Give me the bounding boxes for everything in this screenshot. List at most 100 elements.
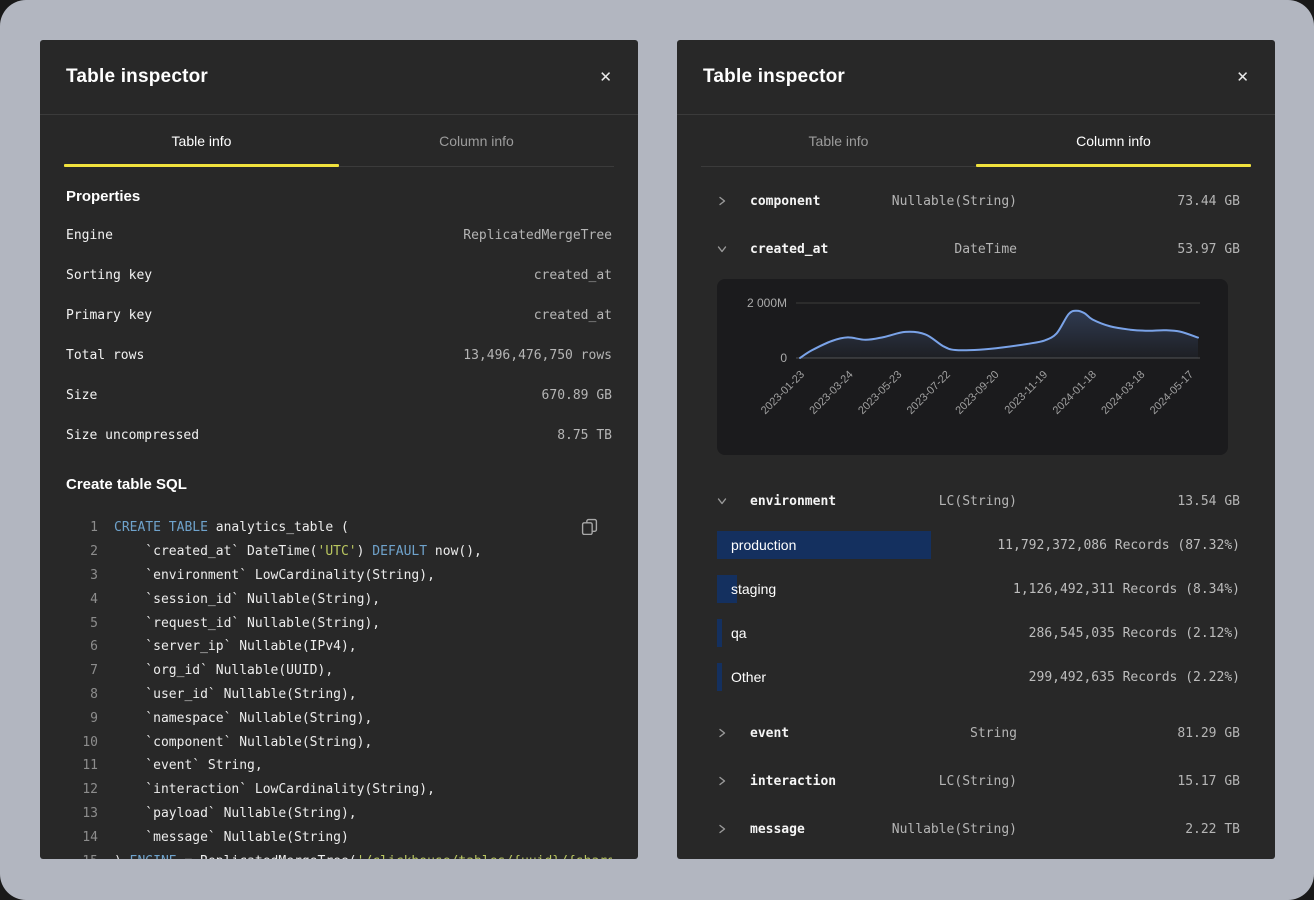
property-row: Sorting key created_at (66, 255, 612, 295)
sql-line: 11 `event` String, (66, 754, 612, 778)
property-value: 8.75 TB (557, 428, 612, 443)
sql-line: 9 `namespace` Nullable(String), (66, 706, 612, 730)
line-text: `session_id` Nullable(String), (114, 592, 380, 607)
column-row-event[interactable]: eventString81.29 GB (677, 709, 1275, 757)
close-button[interactable]: ✕ (1236, 68, 1249, 87)
column-size: 73.44 GB (1017, 194, 1240, 209)
line-number: 2 (66, 544, 98, 559)
sql-line: 10 `component` Nullable(String), (66, 730, 612, 754)
x-tick-label: 2023-01-23 (759, 369, 807, 417)
x-tick-label: 2023-05-23 (856, 369, 904, 417)
tab-table-info[interactable]: Table info (64, 115, 339, 166)
chevron-right-icon (717, 776, 727, 786)
sql-line: 1 CREATE TABLE analytics_table ( (66, 516, 612, 540)
y-tick-label: 2 000M (747, 296, 787, 310)
modal-header: Table inspector ✕ (677, 40, 1275, 115)
property-value: created_at (534, 308, 612, 323)
create-sql-heading: Create table SQL (66, 476, 612, 494)
sql-lines: 1 CREATE TABLE analytics_table ( 2 `create… (66, 516, 612, 859)
sql-line: 6 `server_ip` Nullable(IPv4), (66, 635, 612, 659)
x-tick-label: 2023-09-20 (953, 369, 1001, 417)
modal-title: Table inspector (703, 66, 845, 88)
y-tick-label: 0 (780, 351, 787, 365)
property-label: Total rows (66, 348, 144, 363)
line-number: 11 (66, 758, 98, 773)
column-name: created_at (750, 242, 880, 257)
column-name: message (750, 822, 880, 837)
created-at-chart-card: 2 000M 0 2023-01-232023-03-242023-05-232… (717, 279, 1228, 455)
line-number: 15 (66, 854, 98, 859)
value-records: 1,126,492,311 Records (8.34%) (1013, 582, 1240, 597)
property-row: Size uncompressed8.75 TB (66, 415, 612, 455)
line-text: ) ENGINE = ReplicatedMergeTree('/clickho… (114, 854, 612, 859)
tab-label: Table info (172, 133, 232, 149)
tab-column-info[interactable]: Column info (976, 115, 1251, 166)
copy-icon (581, 518, 598, 535)
line-number: 1 (66, 520, 98, 535)
sql-line: 13 `payload` Nullable(String), (66, 802, 612, 826)
tab-label: Column info (439, 133, 514, 149)
tab-column-info[interactable]: Column info (339, 115, 614, 166)
value-records: 299,492,635 Records (2.22%) (1029, 670, 1240, 685)
column-row-component[interactable]: componentNullable(String)73.44 GB (677, 177, 1275, 225)
property-value: ReplicatedMergeTree (463, 228, 612, 243)
tab-bar: Table info Column info (701, 115, 1251, 167)
property-value: created_at (534, 268, 612, 283)
sql-line: 4 `session_id` Nullable(String), (66, 587, 612, 611)
column-type: DateTime (880, 242, 1017, 257)
properties-list: Engine ReplicatedMergeTree Sorting key crea… (66, 215, 612, 455)
copy-button[interactable] (581, 518, 598, 538)
sql-line: 14 `message` Nullable(String) (66, 825, 612, 849)
line-number: 12 (66, 782, 98, 797)
env-value-row-production: production11,792,372,086 Records (87.32%… (717, 531, 1240, 559)
sql-line: 8 `user_id` Nullable(String), (66, 683, 612, 707)
column-list: componentNullable(String)73.44 GBcreated… (677, 177, 1275, 853)
column-name: interaction (750, 774, 880, 789)
property-row: Engine ReplicatedMergeTree (66, 215, 612, 255)
line-number: 13 (66, 806, 98, 821)
app-background: Table inspector ✕ Table info Column info… (0, 0, 1314, 900)
env-value-row-staging: staging 1,126,492,311 Records (8.34%) (717, 575, 1240, 603)
area-fill (800, 311, 1198, 358)
close-button[interactable]: ✕ (599, 68, 612, 87)
env-value-row-other: Other 299,492,635 Records (2.22%) (717, 663, 1240, 691)
property-label: Sorting key (66, 268, 152, 283)
sql-line: 2 `created_at` DateTime('UTC') DEFAULT n… (66, 540, 612, 564)
line-text: `created_at` DateTime('UTC') DEFAULT now… (114, 544, 482, 559)
tab-table-info[interactable]: Table info (701, 115, 976, 166)
column-type: LC(String) (880, 494, 1017, 509)
value-label: staging (731, 581, 776, 597)
line-number: 14 (66, 830, 98, 845)
property-value: 670.89 GB (542, 388, 612, 403)
value-records: 286,545,035 Records (2.12%) (1029, 626, 1240, 641)
line-text: `event` String, (114, 758, 263, 773)
line-number: 9 (66, 711, 98, 726)
env-value-row-qa: qa286,545,035 Records (2.12%) (717, 619, 1240, 647)
table-inspector-modal-left: Table inspector ✕ Table info Column info… (40, 40, 638, 859)
column-size: 81.29 GB (1017, 726, 1240, 741)
chevron-right-icon (717, 728, 727, 738)
property-label: Engine (66, 228, 113, 243)
value-label: Other (731, 669, 766, 685)
line-number: 5 (66, 616, 98, 631)
column-row-environment[interactable]: environmentLC(String)13.54 GB (677, 477, 1275, 525)
line-text: `user_id` Nullable(String), (114, 687, 357, 702)
column-row-interaction[interactable]: interactionLC(String)15.17 GB (677, 757, 1275, 805)
sql-line: 5 `request_id` Nullable(String), (66, 611, 612, 635)
chevron-down-icon (717, 244, 727, 254)
line-text: `server_ip` Nullable(IPv4), (114, 639, 357, 654)
column-size: 13.54 GB (1017, 494, 1240, 509)
column-row-created_at[interactable]: created_atDateTime53.97 GB (677, 225, 1275, 273)
line-text: CREATE TABLE analytics_table ( (114, 520, 349, 535)
close-icon: ✕ (1236, 69, 1249, 86)
x-tick-label: 2023-11-19 (1003, 369, 1051, 417)
line-text: `interaction` LowCardinality(String), (114, 782, 435, 797)
property-label: Size (66, 388, 97, 403)
column-type: LC(String) (880, 774, 1017, 789)
table-inspector-modal-right: Table inspector ✕ Table info Column info… (677, 40, 1275, 859)
chevron-down-icon (717, 496, 727, 506)
chevron-right-icon (717, 824, 727, 834)
column-name: event (750, 726, 880, 741)
column-type: String (880, 726, 1017, 741)
column-row-message[interactable]: messageNullable(String)2.22 TB (677, 805, 1275, 853)
